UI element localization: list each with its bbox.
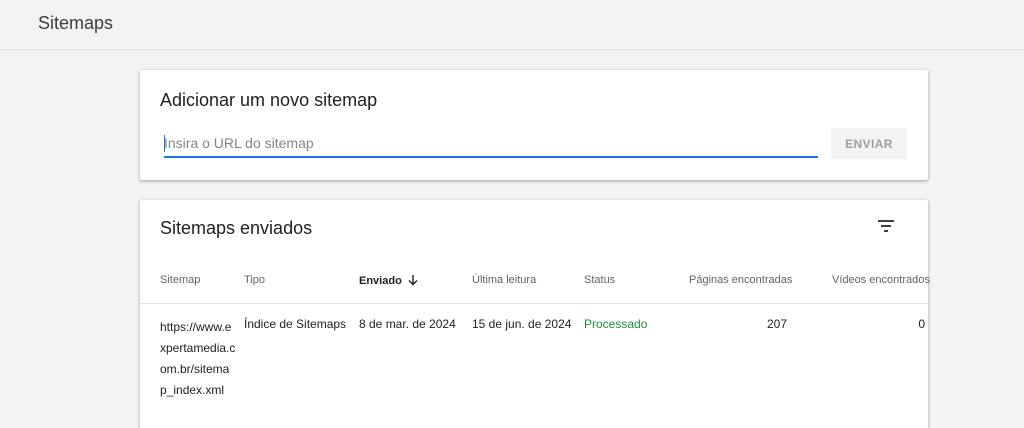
table-header: Sitemap Tipo Enviado Última leitura Stat… xyxy=(140,262,930,304)
column-header-last-read[interactable]: Última leitura xyxy=(472,274,536,286)
column-header-sitemap[interactable]: Sitemap xyxy=(160,274,200,286)
sitemap-url-field[interactable] xyxy=(164,130,818,158)
text-cursor xyxy=(164,135,165,152)
column-header-pages-found[interactable]: Páginas encontradas xyxy=(689,274,792,286)
add-sitemap-card: Adicionar um novo sitemap ENVIAR xyxy=(140,70,928,180)
pages-found-cell: 207 xyxy=(766,317,787,331)
submit-sitemap-button[interactable]: ENVIAR xyxy=(831,128,907,159)
sitemap-url-input[interactable] xyxy=(164,130,818,156)
status-cell: Processado xyxy=(584,317,648,331)
page-header: Sitemaps xyxy=(0,0,1024,50)
add-sitemap-title: Adicionar um novo sitemap xyxy=(160,90,378,110)
column-header-videos-found[interactable]: Vídeos encontrados xyxy=(832,274,930,286)
page-title: Sitemaps xyxy=(38,13,114,33)
videos-found-cell: 0 xyxy=(918,317,925,331)
sitemap-url-cell[interactable]: https://www.expertamedia.com.br/sitemap_… xyxy=(160,317,236,401)
column-header-status[interactable]: Status xyxy=(584,274,615,286)
submitted-sitemaps-card: Sitemaps enviados Sitemap Tipo Enviado Ú… xyxy=(140,200,930,428)
column-header-submitted[interactable]: Enviado xyxy=(359,274,419,289)
filter-list-icon[interactable] xyxy=(874,214,898,238)
column-header-type[interactable]: Tipo xyxy=(244,274,265,286)
submitted-sitemaps-title: Sitemaps enviados xyxy=(160,218,313,238)
type-cell: Índice de Sitemaps xyxy=(244,317,347,331)
column-header-submitted-label: Enviado xyxy=(359,275,402,287)
last-read-cell: 15 de jun. de 2024 xyxy=(472,317,572,331)
arrow-downward-icon xyxy=(407,274,419,289)
submitted-date-cell: 8 de mar. de 2024 xyxy=(359,317,456,331)
